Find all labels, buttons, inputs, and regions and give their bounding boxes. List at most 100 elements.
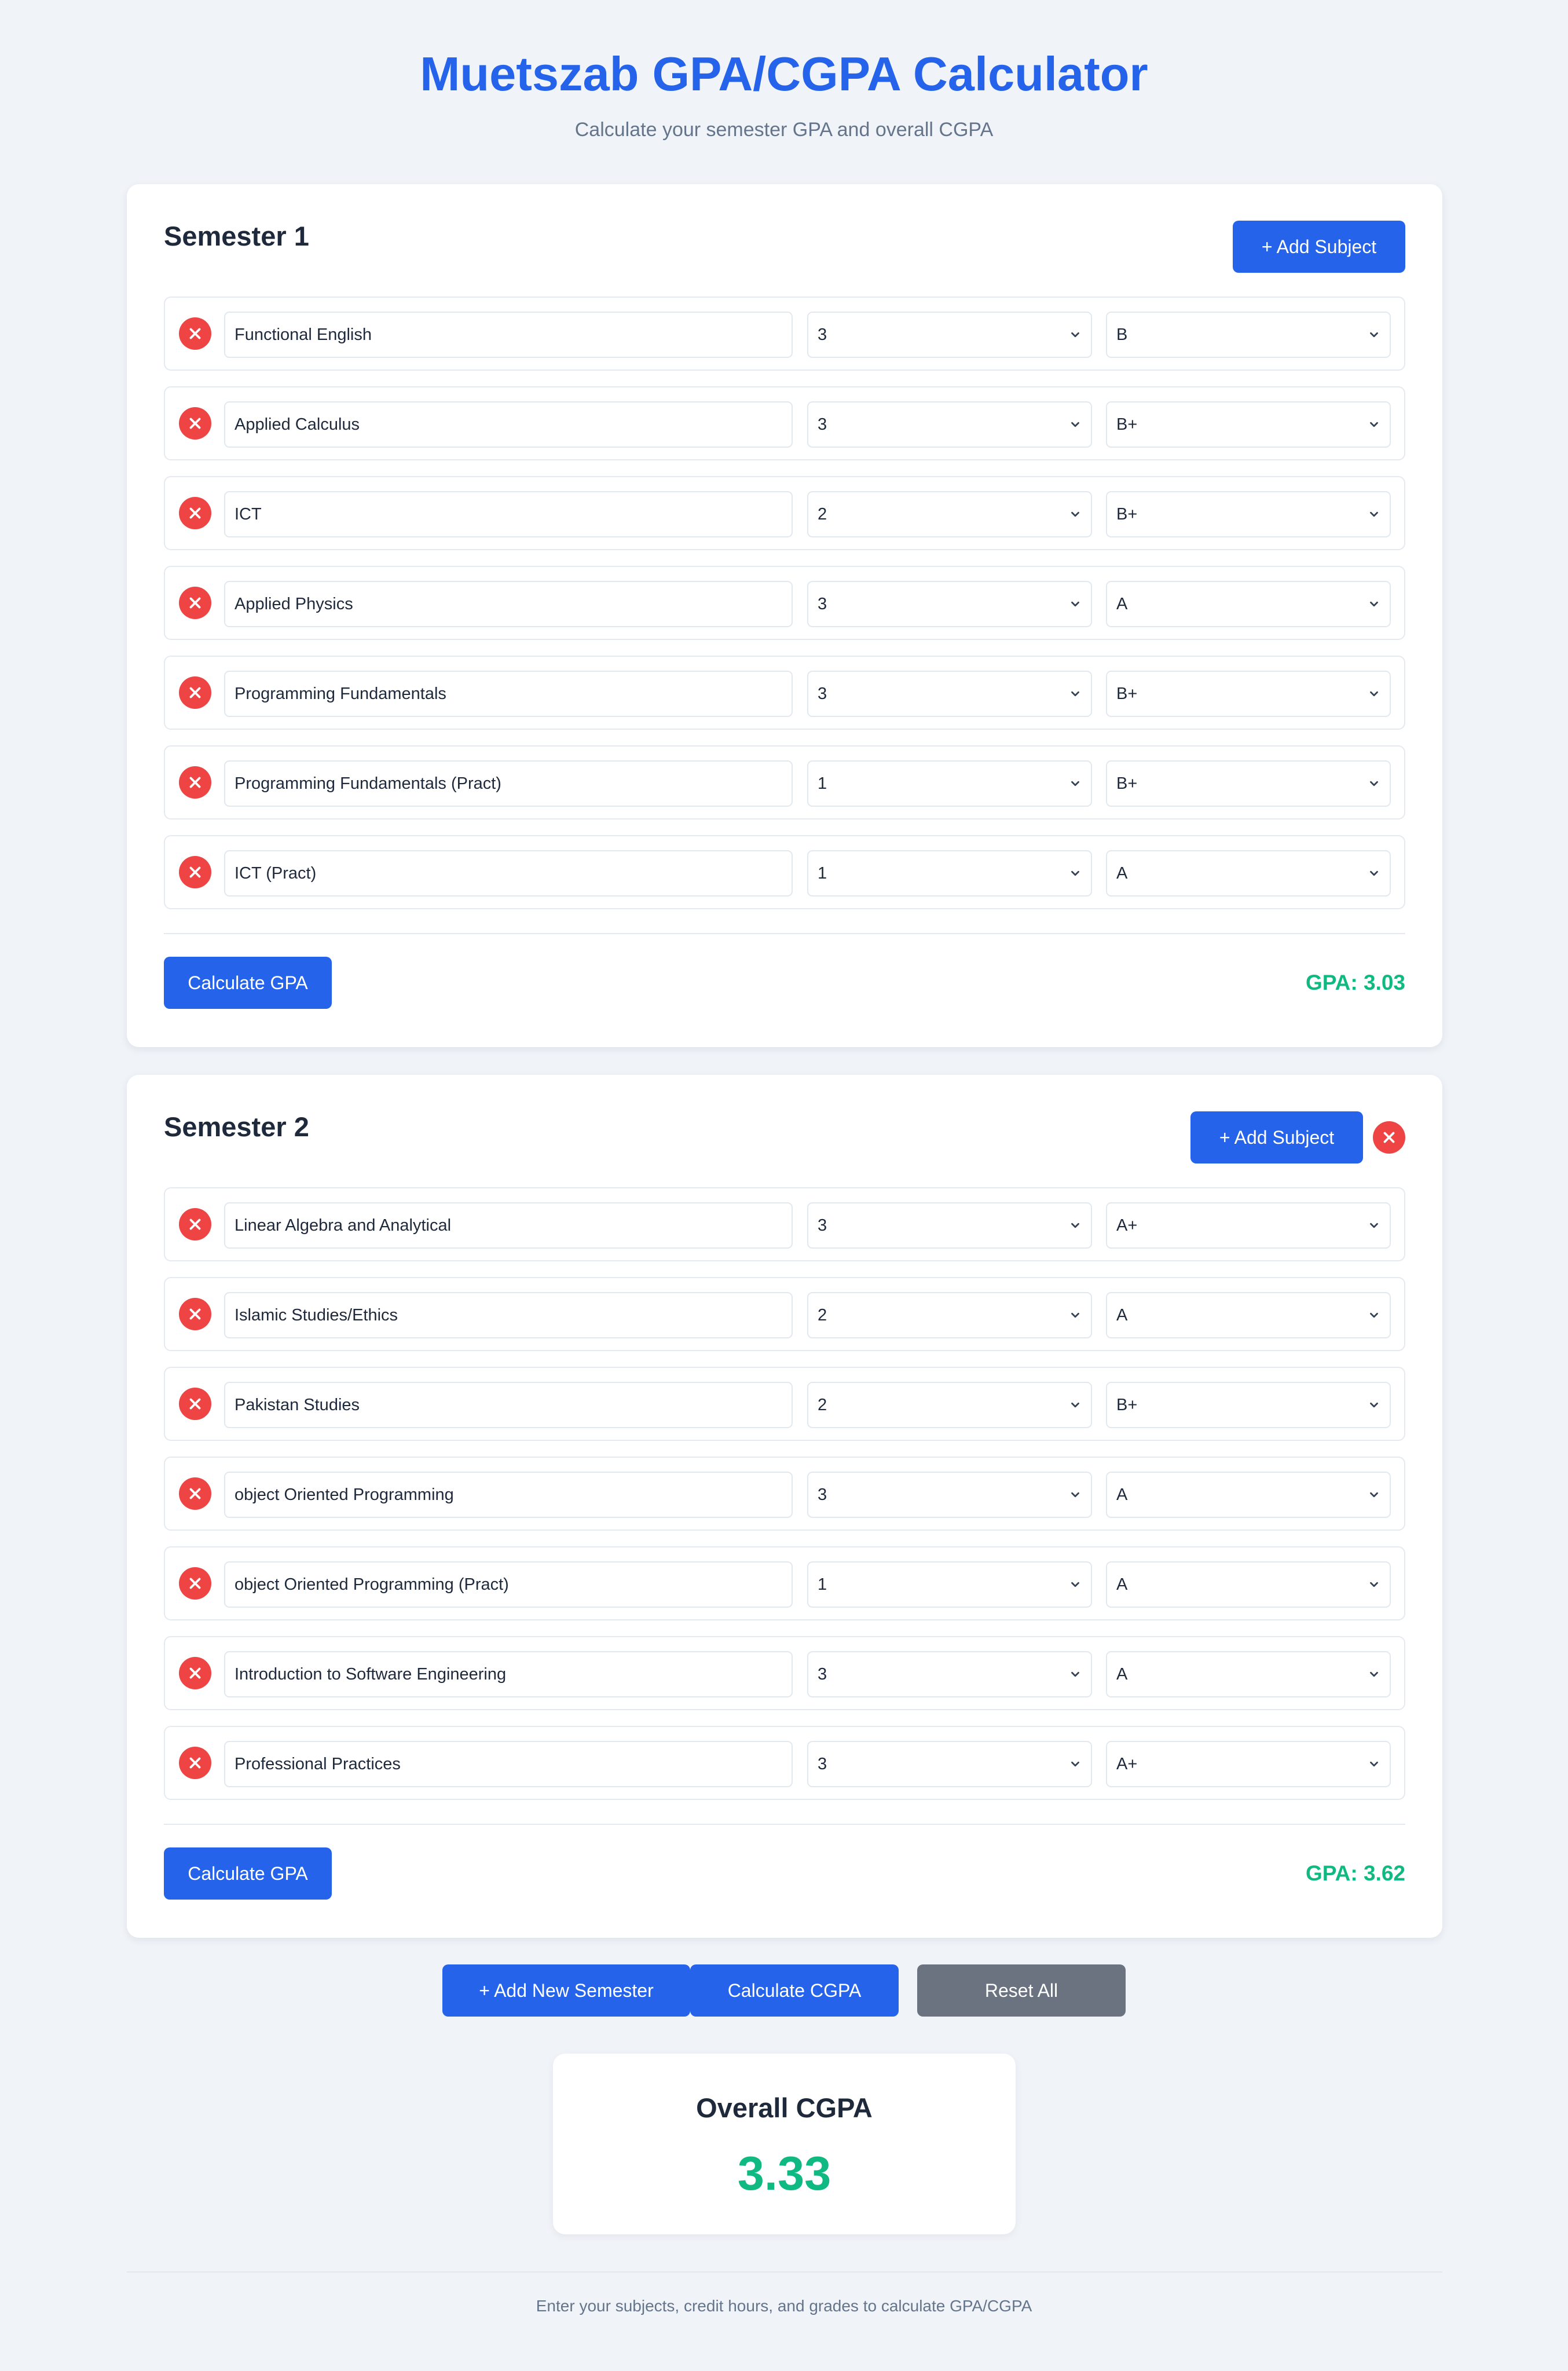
subject-row: Introduction to Software Engineering 3 A: [164, 1636, 1405, 1710]
remove-subject-button[interactable]: [179, 497, 211, 529]
close-icon: [189, 1219, 201, 1230]
credit-hours-select[interactable]: 3: [807, 1741, 1092, 1787]
subject-row: Pakistan Studies 2 B+: [164, 1367, 1405, 1441]
chevron-down-icon: [1370, 422, 1378, 427]
subject-row: Programming Fundamentals 3 B+: [164, 656, 1405, 730]
grade-value: B+: [1116, 1396, 1138, 1414]
credit-hours-select[interactable]: 2: [807, 1382, 1092, 1428]
credit-hours-select[interactable]: 2: [807, 491, 1092, 537]
subject-name-input[interactable]: Linear Algebra and Analytical: [224, 1202, 793, 1249]
credit-hours-select[interactable]: 3: [807, 581, 1092, 627]
subject-name-input[interactable]: ICT: [224, 491, 793, 537]
gpa-result: GPA: 3.03: [1305, 971, 1405, 994]
semester-header: Semester 1 + Add Subject: [127, 184, 1442, 277]
grade-select[interactable]: B+: [1106, 760, 1391, 807]
credit-hours-select[interactable]: 3: [807, 1651, 1092, 1697]
grade-select[interactable]: A: [1106, 1292, 1391, 1338]
credit-hours-value: 2: [818, 1306, 827, 1324]
credit-hours-select[interactable]: 1: [807, 1561, 1092, 1608]
credit-hours-select[interactable]: 3: [807, 312, 1092, 358]
credit-hours-value: 1: [818, 774, 827, 793]
close-icon: [189, 866, 201, 878]
credit-hours-value: 3: [818, 1216, 827, 1235]
subject-name-input[interactable]: Introduction to Software Engineering: [224, 1651, 793, 1697]
chevron-down-icon: [1071, 1582, 1079, 1587]
grade-select[interactable]: B+: [1106, 1382, 1391, 1428]
chevron-down-icon: [1370, 1402, 1378, 1408]
subject-name-input[interactable]: object Oriented Programming: [224, 1472, 793, 1518]
subject-row: Functional English 3 B: [164, 297, 1405, 371]
grade-select[interactable]: B+: [1106, 671, 1391, 717]
credit-hours-select[interactable]: 3: [807, 671, 1092, 717]
remove-semester-button[interactable]: [1373, 1121, 1405, 1154]
grade-value: A: [1116, 1306, 1128, 1324]
add-subject-button[interactable]: + Add Subject: [1190, 1111, 1363, 1163]
subject-name-input[interactable]: Programming Fundamentals (Pract): [224, 760, 793, 807]
calculate-gpa-button[interactable]: Calculate GPA: [164, 957, 332, 1009]
calculate-gpa-button[interactable]: Calculate GPA: [164, 1847, 332, 1900]
remove-subject-button[interactable]: [179, 1388, 211, 1420]
add-semester-button[interactable]: + Add New Semester: [442, 1964, 690, 2017]
remove-subject-button[interactable]: [179, 1567, 211, 1600]
remove-subject-button[interactable]: [179, 676, 211, 709]
chevron-down-icon: [1071, 601, 1079, 607]
subject-name-input[interactable]: Functional English: [224, 312, 793, 358]
remove-subject-button[interactable]: [179, 407, 211, 440]
remove-subject-button[interactable]: [179, 587, 211, 619]
subject-name-input[interactable]: ICT (Pract): [224, 850, 793, 897]
remove-subject-button[interactable]: [179, 1477, 211, 1510]
subject-name-input[interactable]: Professional Practices: [224, 1741, 793, 1787]
credit-hours-select[interactable]: 1: [807, 850, 1092, 897]
remove-subject-button[interactable]: [179, 1657, 211, 1689]
calculate-cgpa-button[interactable]: Calculate CGPA: [690, 1964, 899, 2017]
remove-subject-button[interactable]: [179, 766, 211, 799]
remove-subject-button[interactable]: [179, 856, 211, 888]
grade-value: A: [1116, 1485, 1128, 1504]
grade-select[interactable]: A: [1106, 1472, 1391, 1518]
credit-hours-select[interactable]: 3: [807, 1202, 1092, 1249]
credit-hours-value: 1: [818, 864, 827, 883]
semester-divider: [164, 1824, 1405, 1825]
remove-subject-button[interactable]: [179, 1208, 211, 1241]
chevron-down-icon: [1370, 511, 1378, 517]
grade-select[interactable]: A+: [1106, 1202, 1391, 1249]
chevron-down-icon: [1370, 1223, 1378, 1228]
subject-name-input[interactable]: Applied Physics: [224, 581, 793, 627]
page-subtitle: Calculate your semester GPA and overall …: [574, 119, 994, 141]
reset-all-button[interactable]: Reset All: [917, 1964, 1126, 2017]
subject-name-input[interactable]: Programming Fundamentals: [224, 671, 793, 717]
grade-select[interactable]: A: [1106, 850, 1391, 897]
grade-value: B+: [1116, 774, 1138, 793]
chevron-down-icon: [1071, 1223, 1079, 1228]
chevron-down-icon: [1071, 1492, 1079, 1498]
grade-value: A: [1116, 864, 1128, 883]
remove-subject-button[interactable]: [179, 1747, 211, 1779]
credit-hours-select[interactable]: 3: [807, 401, 1092, 448]
subject-name-input[interactable]: Pakistan Studies: [224, 1382, 793, 1428]
subject-name-input[interactable]: object Oriented Programming (Pract): [224, 1561, 793, 1608]
remove-subject-button[interactable]: [179, 1298, 211, 1330]
grade-select[interactable]: B: [1106, 312, 1391, 358]
grade-select[interactable]: A+: [1106, 1741, 1391, 1787]
add-subject-button[interactable]: + Add Subject: [1233, 221, 1405, 273]
credit-hours-select[interactable]: 3: [807, 1472, 1092, 1518]
grade-value: A: [1116, 1575, 1128, 1594]
close-icon: [1383, 1132, 1395, 1143]
credit-hours-value: 3: [818, 325, 827, 344]
grade-value: A+: [1116, 1216, 1138, 1235]
grade-select[interactable]: A: [1106, 1651, 1391, 1697]
subject-row: Programming Fundamentals (Pract) 1 B+: [164, 745, 1405, 819]
close-icon: [189, 328, 201, 339]
subject-row: object Oriented Programming (Pract) 1 A: [164, 1546, 1405, 1620]
subject-name-input[interactable]: Islamic Studies/Ethics: [224, 1292, 793, 1338]
grade-select[interactable]: A: [1106, 581, 1391, 627]
grade-select[interactable]: B+: [1106, 491, 1391, 537]
credit-hours-select[interactable]: 1: [807, 760, 1092, 807]
credit-hours-select[interactable]: 2: [807, 1292, 1092, 1338]
grade-select[interactable]: A: [1106, 1561, 1391, 1608]
chevron-down-icon: [1370, 691, 1378, 697]
chevron-down-icon: [1071, 332, 1079, 338]
remove-subject-button[interactable]: [179, 317, 211, 350]
subject-name-input[interactable]: Applied Calculus: [224, 401, 793, 448]
grade-select[interactable]: B+: [1106, 401, 1391, 448]
